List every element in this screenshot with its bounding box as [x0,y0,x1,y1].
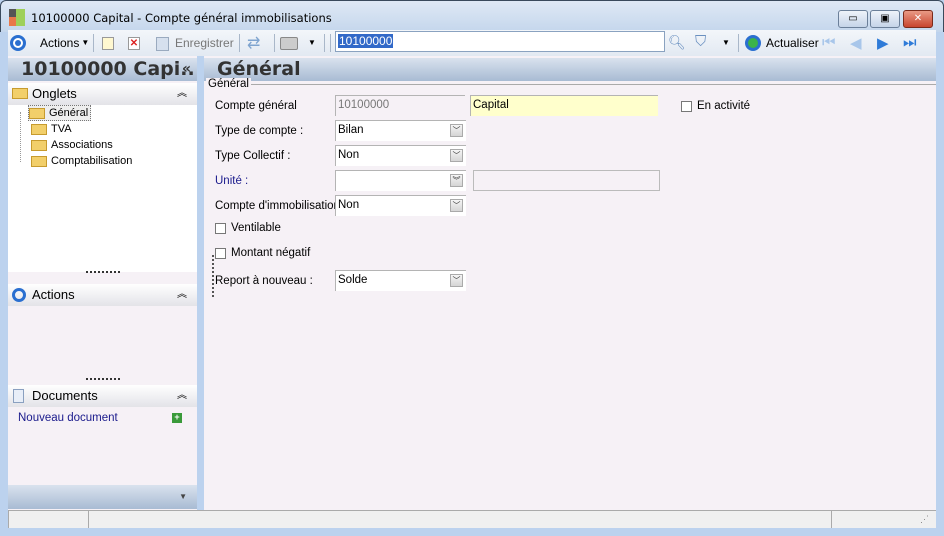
select-value: Bilan [338,124,364,136]
delete-icon[interactable]: ✕ [128,37,140,50]
left-panel-header: 10100000 Capi.. « [8,58,197,81]
open-folder-icon [29,107,45,119]
search-value: 10100000 [338,34,394,48]
compte-immo-select[interactable]: Non ﹀ [335,195,466,216]
en-activite-label: En activité [697,100,751,112]
splitter-handle[interactable] [86,271,120,273]
actions-menu[interactable]: Actions ▼ [40,30,89,56]
select-value: Solde [338,274,368,286]
refresh-button[interactable]: Actualiser [766,30,819,56]
collapse-icon[interactable]: ︽ [177,83,187,105]
tab-label: Associations [51,139,113,151]
new-document-link[interactable]: Nouveau document [18,412,118,424]
document-icon [13,389,24,403]
refresh-icon[interactable] [745,35,761,51]
ventilable-checkbox[interactable] [215,223,226,234]
next-record-icon[interactable]: ▶ [877,34,889,52]
panel-footer: ▼ [8,485,197,509]
page-title: Général [204,58,936,81]
tab-label: Général [49,107,89,119]
save-button[interactable]: Enregistrer [175,30,234,56]
maximize-button[interactable]: ▣ [870,10,900,28]
print-dropdown-icon[interactable]: ▼ [308,38,316,47]
double-chevron-down-icon[interactable]: ︾ [450,174,463,187]
type-collectif-select[interactable]: Non ﹀ [335,145,466,166]
resize-grip-icon[interactable]: ⋰ [920,514,929,525]
target-icon [12,288,26,302]
unite-select[interactable]: ︾ [335,170,466,191]
type-collectif-label: Type Collectif : [215,150,291,162]
chevron-down-icon[interactable]: ﹀ [450,149,463,162]
compte-general-label: Compte général [215,100,297,112]
group-label: Général [206,78,251,90]
app-icon [9,9,27,26]
actions-section-header[interactable]: Actions ︽ [8,284,197,306]
onglets-section-header[interactable]: Onglets ︽ [8,83,197,105]
documents-section-header[interactable]: Documents ︽ [8,385,197,407]
onglets-title: Onglets [32,86,77,101]
folder-icon [31,139,47,151]
sync-icon[interactable]: ⇄ [247,33,260,53]
tab-comptabilisation[interactable]: Comptabilisation [31,153,132,169]
folder-icon [12,88,28,99]
status-cell [89,511,832,528]
filter-icon[interactable]: ⛉ [695,33,706,50]
splitter-handle[interactable] [86,378,120,380]
collapse-panel-button[interactable]: « [182,58,191,81]
chevron-down-icon[interactable]: ﹀ [450,274,463,287]
documents-title: Documents [32,388,98,403]
save-icon[interactable] [156,37,169,51]
type-compte-label: Type de compte : [215,125,304,137]
filter-dropdown-icon[interactable]: ▼ [722,38,730,47]
first-record-icon[interactable]: ⏮ [822,34,836,51]
print-icon[interactable] [280,37,298,50]
add-icon[interactable]: + [172,413,182,423]
select-value: Non [338,199,360,211]
tab-label: TVA [51,123,72,135]
previous-record-icon[interactable]: ◀ [850,34,862,52]
window-title: 10100000 Capital - Compte général immobi… [31,11,332,25]
montant-negatif-checkbox[interactable] [215,248,226,259]
record-title: 10100000 Capi.. [21,58,195,80]
target-icon[interactable] [10,35,26,51]
actions-label: Actions [40,36,80,50]
type-compte-select[interactable]: Bilan ﹀ [335,120,466,141]
compte-general-field[interactable]: 10100000 [335,95,465,116]
unite-label[interactable]: Unité : [215,175,248,187]
splitter-handle[interactable] [212,255,214,297]
collapse-icon[interactable]: ︽ [177,284,187,306]
unite-description-field [473,170,660,191]
account-name-field[interactable]: Capital [470,95,658,116]
folder-icon [31,123,47,135]
chevron-down-icon[interactable]: ﹀ [450,199,463,212]
en-activite-checkbox[interactable] [681,101,692,112]
report-select[interactable]: Solde ﹀ [335,270,466,291]
minimize-button[interactable]: ▭ [838,10,868,28]
status-cell [8,511,89,528]
report-label: Report à nouveau : [215,275,313,287]
search-input[interactable]: 10100000 [335,31,665,52]
tab-tva[interactable]: TVA [31,121,72,137]
new-icon[interactable] [102,37,114,50]
tab-label: Comptabilisation [51,155,133,167]
chevron-down-icon[interactable]: ▼ [179,492,187,501]
folder-icon [31,155,47,167]
last-record-icon[interactable]: ⏭ [903,34,917,51]
main-panel [204,56,936,510]
tab-associations[interactable]: Associations [31,137,113,153]
montant-negatif-label: Montant négatif [231,247,311,259]
collapse-icon[interactable]: ︽ [177,385,187,407]
tab-general[interactable]: Général [28,105,92,121]
actions-title: Actions [32,287,75,302]
chevron-down-icon[interactable]: ﹀ [450,124,463,137]
chevron-down-icon: ▼ [81,38,90,47]
select-value: Non [338,149,360,161]
search-icon[interactable]: 🔍︎ [668,34,686,51]
ventilable-label: Ventilable [231,222,281,234]
compte-immo-label: Compte d'immobilisation : [215,200,347,212]
close-button[interactable]: ✕ [903,10,933,28]
